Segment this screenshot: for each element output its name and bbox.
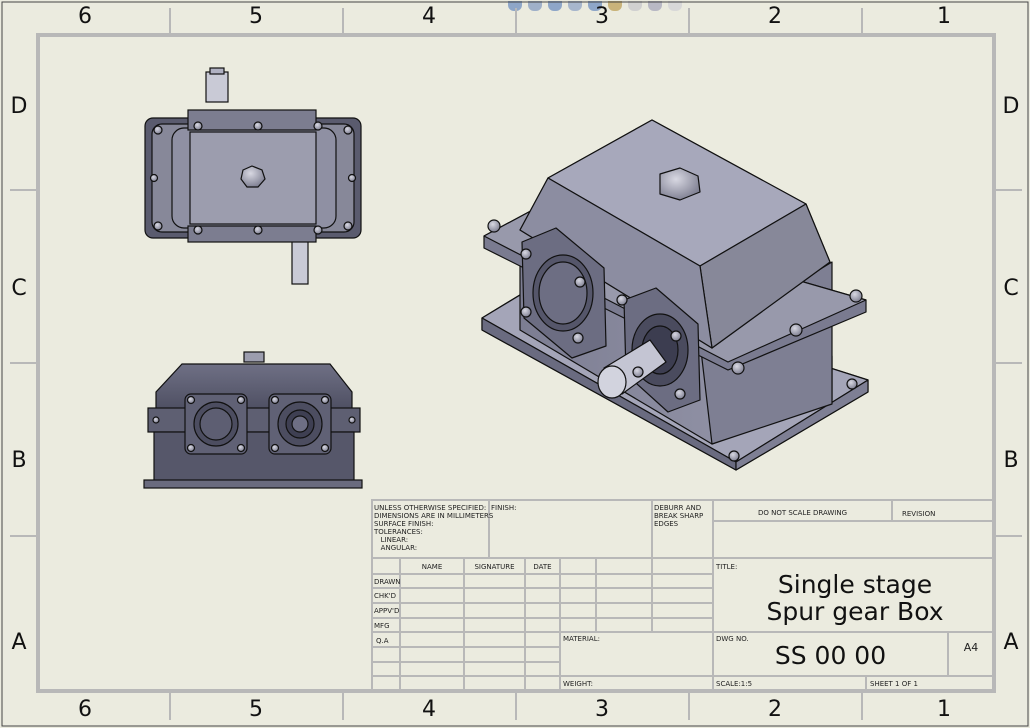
role-drawn: DRAWN xyxy=(374,578,401,586)
zone-column-label: 6 xyxy=(78,697,92,722)
role-checked: CHK'D xyxy=(374,592,397,600)
zone-column-label: 1 xyxy=(937,4,951,29)
zone-column-label: 6 xyxy=(78,4,92,29)
zone-row-label: B xyxy=(1003,448,1019,473)
revision-label: REVISION xyxy=(902,510,936,518)
isometric-view xyxy=(481,119,869,471)
zone-column-label: 4 xyxy=(422,697,436,722)
deburr-note: DEBURR AND BREAK SHARP EDGES xyxy=(654,504,704,529)
zone-row-label: C xyxy=(1003,276,1019,301)
name-column-header: NAME xyxy=(421,563,443,571)
zone-column-label: 3 xyxy=(595,4,609,29)
zone-row-label: C xyxy=(11,276,27,301)
weight-label: WEIGHT: xyxy=(563,680,593,688)
zone-row-label: A xyxy=(1003,630,1019,655)
top-view xyxy=(144,67,362,285)
zone-column-label: 4 xyxy=(422,4,436,29)
zone-column-label: 2 xyxy=(768,4,782,29)
title-label: TITLE: xyxy=(716,563,738,571)
zone-column-label: 5 xyxy=(249,4,263,29)
do-not-scale-note: DO NOT SCALE DRAWING xyxy=(757,509,848,517)
zone-row-label: D xyxy=(1002,94,1020,119)
date-column-header: DATE xyxy=(533,563,552,571)
role-mfg: MFG xyxy=(374,622,390,630)
sheet-size: A4 xyxy=(963,641,979,654)
zone-column-label: 2 xyxy=(768,697,782,722)
zone-row-label: D xyxy=(10,94,28,119)
front-view xyxy=(143,351,363,489)
sheet-count-label: SHEET 1 OF 1 xyxy=(870,680,918,688)
drawing-number: SS 00 00 xyxy=(774,641,887,670)
drawing-title: Single stage Spur gear Box xyxy=(766,570,944,626)
zone-column-label: 1 xyxy=(937,697,951,722)
role-qa: Q.A xyxy=(376,637,389,645)
tolerance-note: UNLESS OTHERWISE SPECIFIED: DIMENSIONS A… xyxy=(374,504,494,553)
material-label: MATERIAL: xyxy=(563,635,600,643)
signature-column-header: SIGNATURE xyxy=(474,563,515,571)
zone-row-label: A xyxy=(11,630,27,655)
role-approved: APPV'D xyxy=(374,607,400,615)
zone-row-label: B xyxy=(11,448,27,473)
scale-label: SCALE:1:5 xyxy=(716,680,753,688)
finish-label: FINISH: xyxy=(491,504,517,512)
zone-column-label: 3 xyxy=(595,697,609,722)
zone-column-label: 5 xyxy=(249,697,263,722)
